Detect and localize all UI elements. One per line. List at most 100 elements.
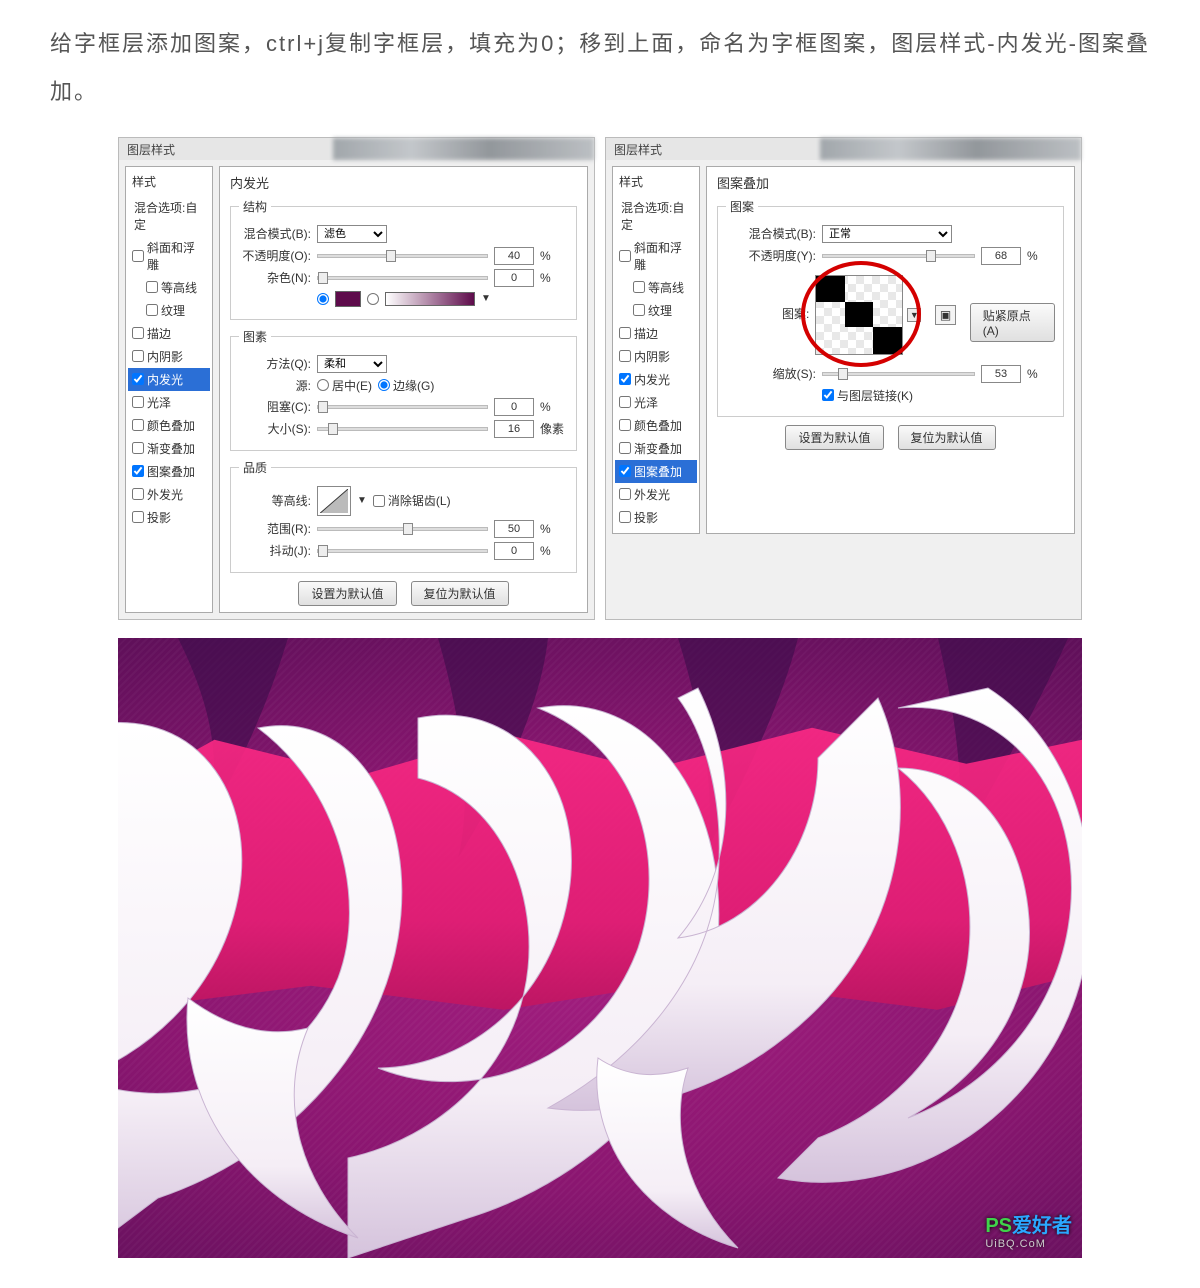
checkbox[interactable]	[619, 465, 631, 477]
style-contour[interactable]: 等高线	[615, 276, 697, 299]
checkbox[interactable]	[132, 419, 144, 431]
group-structure: 结构	[239, 198, 271, 215]
opacity-slider[interactable]	[822, 254, 975, 258]
jitter-label: 抖动(J):	[239, 542, 311, 559]
checkbox[interactable]	[132, 350, 144, 362]
checkbox[interactable]	[633, 281, 645, 293]
range-slider[interactable]	[317, 527, 488, 531]
checkbox[interactable]	[619, 488, 631, 500]
checkbox[interactable]	[619, 396, 631, 408]
scale-slider[interactable]	[822, 372, 975, 376]
contour-picker[interactable]	[317, 486, 351, 516]
style-color-overlay[interactable]: 颜色叠加	[615, 414, 697, 437]
style-gradient-overlay[interactable]: 渐变叠加	[128, 437, 210, 460]
opacity-slider[interactable]	[317, 254, 488, 258]
make-default-button[interactable]: 设置为默认值	[785, 425, 883, 450]
style-bevel[interactable]: 斜面和浮雕	[615, 236, 697, 276]
style-drop-shadow[interactable]: 投影	[615, 506, 697, 529]
layer-style-dialog-pattern-overlay: 图层样式 样式 混合选项:自定 斜面和浮雕 等高线 纹理 描边 内阴影 内发光 …	[605, 137, 1082, 620]
scale-label: 缩放(S):	[726, 365, 816, 382]
style-blend-options[interactable]: 混合选项:自定	[615, 196, 697, 236]
checkbox[interactable]	[146, 281, 158, 293]
technique-label: 方法(Q):	[239, 355, 311, 372]
checkbox[interactable]	[132, 442, 144, 454]
style-texture[interactable]: 纹理	[128, 299, 210, 322]
make-default-button[interactable]: 设置为默认值	[298, 581, 396, 606]
choke-slider[interactable]	[317, 405, 488, 409]
source-edge-radio[interactable]: 边缘(G)	[378, 377, 434, 394]
dialogs-row: 图层样式 样式 混合选项:自定 斜面和浮雕 等高线 纹理 描边 内阴影 内发光 …	[0, 137, 1200, 620]
style-drop-shadow[interactable]: 投影	[128, 506, 210, 529]
gradient-radio[interactable]	[367, 293, 379, 305]
checkbox[interactable]	[132, 465, 144, 477]
color-swatch[interactable]	[335, 291, 361, 307]
checkbox[interactable]	[619, 442, 631, 454]
style-gradient-overlay[interactable]: 渐变叠加	[615, 437, 697, 460]
style-texture[interactable]: 纹理	[615, 299, 697, 322]
style-bevel[interactable]: 斜面和浮雕	[128, 236, 210, 276]
style-pattern-overlay[interactable]: 图案叠加	[128, 460, 210, 483]
checkbox[interactable]	[132, 511, 144, 523]
noise-slider[interactable]	[317, 276, 488, 280]
checkbox[interactable]	[619, 250, 631, 262]
style-inner-shadow[interactable]: 内阴影	[615, 345, 697, 368]
style-outer-glow[interactable]: 外发光	[615, 483, 697, 506]
jitter-value[interactable]: 0	[494, 542, 534, 560]
watermark-ps: PS	[985, 1215, 1012, 1237]
checkbox[interactable]	[132, 250, 144, 262]
checkbox[interactable]	[619, 373, 631, 385]
source-label: 源:	[239, 377, 311, 394]
scale-value[interactable]: 53	[981, 365, 1021, 383]
opacity-value[interactable]: 40	[494, 247, 534, 265]
percent-unit: %	[1027, 367, 1055, 381]
chevron-down-icon[interactable]: ▼	[907, 308, 921, 322]
range-value[interactable]: 50	[494, 520, 534, 538]
style-satin[interactable]: 光泽	[128, 391, 210, 414]
technique-select[interactable]: 柔和	[317, 355, 387, 373]
checkbox[interactable]	[619, 419, 631, 431]
style-contour[interactable]: 等高线	[128, 276, 210, 299]
checkbox[interactable]	[619, 350, 631, 362]
checkbox[interactable]	[633, 304, 645, 316]
snap-origin-button[interactable]: 贴紧原点(A)	[970, 303, 1055, 342]
antialias-check[interactable]: 消除锯齿(L)	[373, 492, 451, 509]
pattern-preview[interactable]	[815, 275, 903, 355]
style-inner-glow[interactable]: 内发光	[128, 368, 210, 391]
jitter-slider[interactable]	[317, 549, 488, 553]
opacity-value[interactable]: 68	[981, 247, 1021, 265]
blend-mode-select[interactable]: 滤色	[317, 225, 387, 243]
chevron-down-icon[interactable]: ▼	[357, 495, 367, 506]
style-color-overlay[interactable]: 颜色叠加	[128, 414, 210, 437]
checkbox[interactable]	[619, 327, 631, 339]
checkbox[interactable]	[132, 327, 144, 339]
style-inner-shadow[interactable]: 内阴影	[128, 345, 210, 368]
style-inner-glow[interactable]: 内发光	[615, 368, 697, 391]
checkbox[interactable]	[132, 373, 144, 385]
gradient-swatch[interactable]	[385, 292, 475, 306]
styles-header: 样式	[128, 171, 210, 196]
checkbox[interactable]	[146, 304, 158, 316]
reset-default-button[interactable]: 复位为默认值	[898, 425, 996, 450]
size-value[interactable]: 16	[494, 420, 534, 438]
styles-list: 样式 混合选项:自定 斜面和浮雕 等高线 纹理 描边 内阴影 内发光 光泽 颜色…	[612, 166, 700, 534]
style-blend-options[interactable]: 混合选项:自定	[128, 196, 210, 236]
color-radio[interactable]	[317, 293, 329, 305]
chevron-down-icon[interactable]: ▼	[481, 293, 491, 304]
style-outer-glow[interactable]: 外发光	[128, 483, 210, 506]
choke-value[interactable]: 0	[494, 398, 534, 416]
blend-mode-select[interactable]: 正常	[822, 225, 952, 243]
noise-value[interactable]: 0	[494, 269, 534, 287]
checkbox[interactable]	[132, 396, 144, 408]
dialog-titlebar: 图层样式	[119, 138, 594, 160]
link-with-layer-check[interactable]: 与图层链接(K)	[822, 387, 913, 404]
size-slider[interactable]	[317, 427, 488, 431]
checkbox[interactable]	[619, 511, 631, 523]
style-satin[interactable]: 光泽	[615, 391, 697, 414]
checkbox[interactable]	[132, 488, 144, 500]
source-center-radio[interactable]: 居中(E)	[317, 377, 372, 394]
new-preset-icon[interactable]: ▣	[935, 305, 956, 325]
reset-default-button[interactable]: 复位为默认值	[411, 581, 509, 606]
style-pattern-overlay[interactable]: 图案叠加	[615, 460, 697, 483]
style-stroke[interactable]: 描边	[615, 322, 697, 345]
style-stroke[interactable]: 描边	[128, 322, 210, 345]
